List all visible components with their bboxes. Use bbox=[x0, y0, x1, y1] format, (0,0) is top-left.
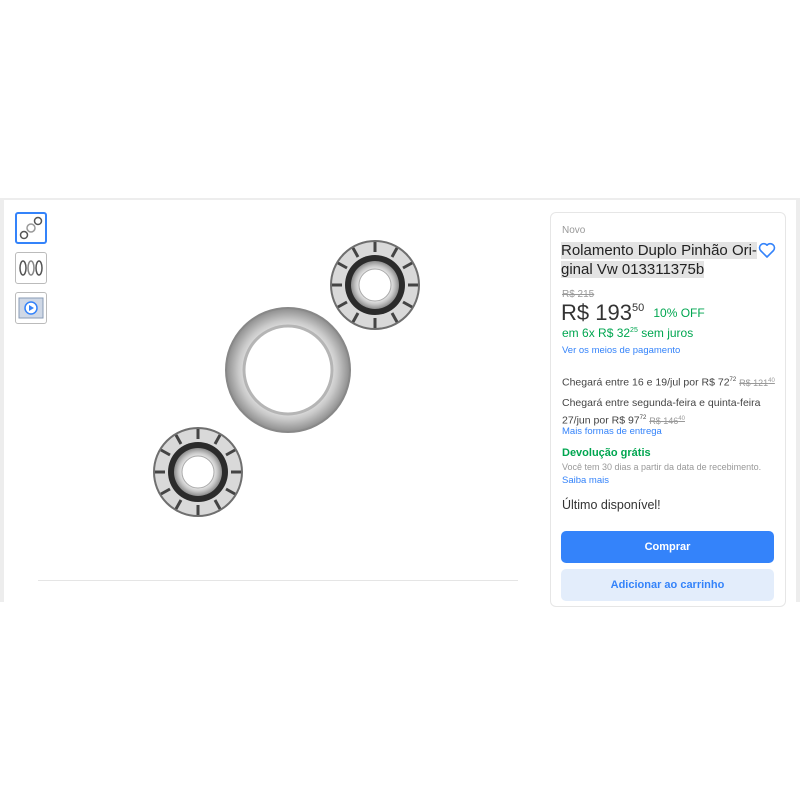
installments-amount: 6x R$ 32 bbox=[582, 326, 631, 340]
installments-suffix: sem juros bbox=[641, 326, 694, 340]
installments-prefix: em bbox=[562, 326, 579, 340]
shipping-option-1-old-value: R$ 121 bbox=[739, 377, 769, 388]
bearing-thumbnail-icon bbox=[19, 216, 43, 240]
condition-label: Novo bbox=[562, 225, 586, 236]
payment-methods-link[interactable]: Ver os meios de pagamento bbox=[562, 345, 680, 356]
shipping-option-2-old-price: R$ 14640 bbox=[649, 416, 685, 426]
product-title: Rolamento Duplo Pinhão Ori- ginal Vw 013… bbox=[561, 241, 761, 279]
shipping-option-2-line-1: Chegará entre segunda-feira e quinta-fei… bbox=[562, 397, 761, 409]
buy-button[interactable]: Comprar bbox=[561, 531, 774, 563]
shipping-option-2-line-2: 27/jun por R$ 97 bbox=[562, 414, 640, 427]
thumbnail-video[interactable] bbox=[15, 292, 47, 324]
shipping-option-1-old-cents: 40 bbox=[768, 377, 775, 384]
stock-status: Último disponível! bbox=[562, 498, 661, 512]
bearing-side-thumbnail-icon bbox=[19, 260, 43, 276]
thumbnail-1[interactable] bbox=[15, 212, 47, 244]
heart-icon[interactable] bbox=[758, 242, 776, 258]
price-cents: 50 bbox=[631, 302, 645, 314]
thumbnail-list bbox=[15, 212, 47, 332]
free-return-description: Você tem 30 dias a partir da data de rec… bbox=[562, 462, 762, 472]
installments-cents: 25 bbox=[630, 327, 638, 334]
shipping-option-2-old-value: R$ 146 bbox=[649, 415, 679, 426]
learn-more-link[interactable]: Saiba mais bbox=[562, 475, 609, 486]
shipping-option-1-cents: 72 bbox=[729, 377, 737, 383]
price-currency: R$ bbox=[561, 300, 590, 325]
shipping-option-2-cents: 72 bbox=[639, 415, 647, 421]
discount-badge: 10% OFF bbox=[653, 306, 705, 320]
price-integer: 193 bbox=[595, 300, 632, 325]
more-shipping-link[interactable]: Mais formas de entrega bbox=[562, 426, 662, 437]
product-title-line-1: Rolamento Duplo Pinhão Ori- bbox=[561, 242, 757, 259]
thumbnail-2[interactable] bbox=[15, 252, 47, 284]
shipping-option-2-old-cents: 40 bbox=[678, 415, 685, 422]
shipping-option-1-text: Chegará entre 16 e 19/jul por R$ 72 bbox=[562, 376, 730, 389]
installments-info: em 6x R$ 3225 sem juros bbox=[562, 326, 693, 340]
add-to-cart-button[interactable]: Adicionar ao carrinho bbox=[561, 569, 774, 601]
free-return-title: Devolução grátis bbox=[562, 447, 651, 459]
shipping-option-1: Chegará entre 16 e 19/jul por R$ 7272 R$… bbox=[562, 373, 775, 391]
section-divider bbox=[38, 580, 518, 581]
product-image[interactable] bbox=[140, 240, 440, 530]
play-icon bbox=[18, 297, 44, 319]
current-price: R$ 19350 10% OFF bbox=[561, 300, 705, 326]
shipping-option-2: Chegará entre segunda-feira e quinta-fei… bbox=[562, 396, 760, 429]
original-price: R$ 215 bbox=[562, 289, 595, 300]
shipping-option-1-old-price: R$ 12140 bbox=[739, 378, 775, 388]
product-title-line-2: ginal Vw 013311375b bbox=[561, 261, 705, 278]
